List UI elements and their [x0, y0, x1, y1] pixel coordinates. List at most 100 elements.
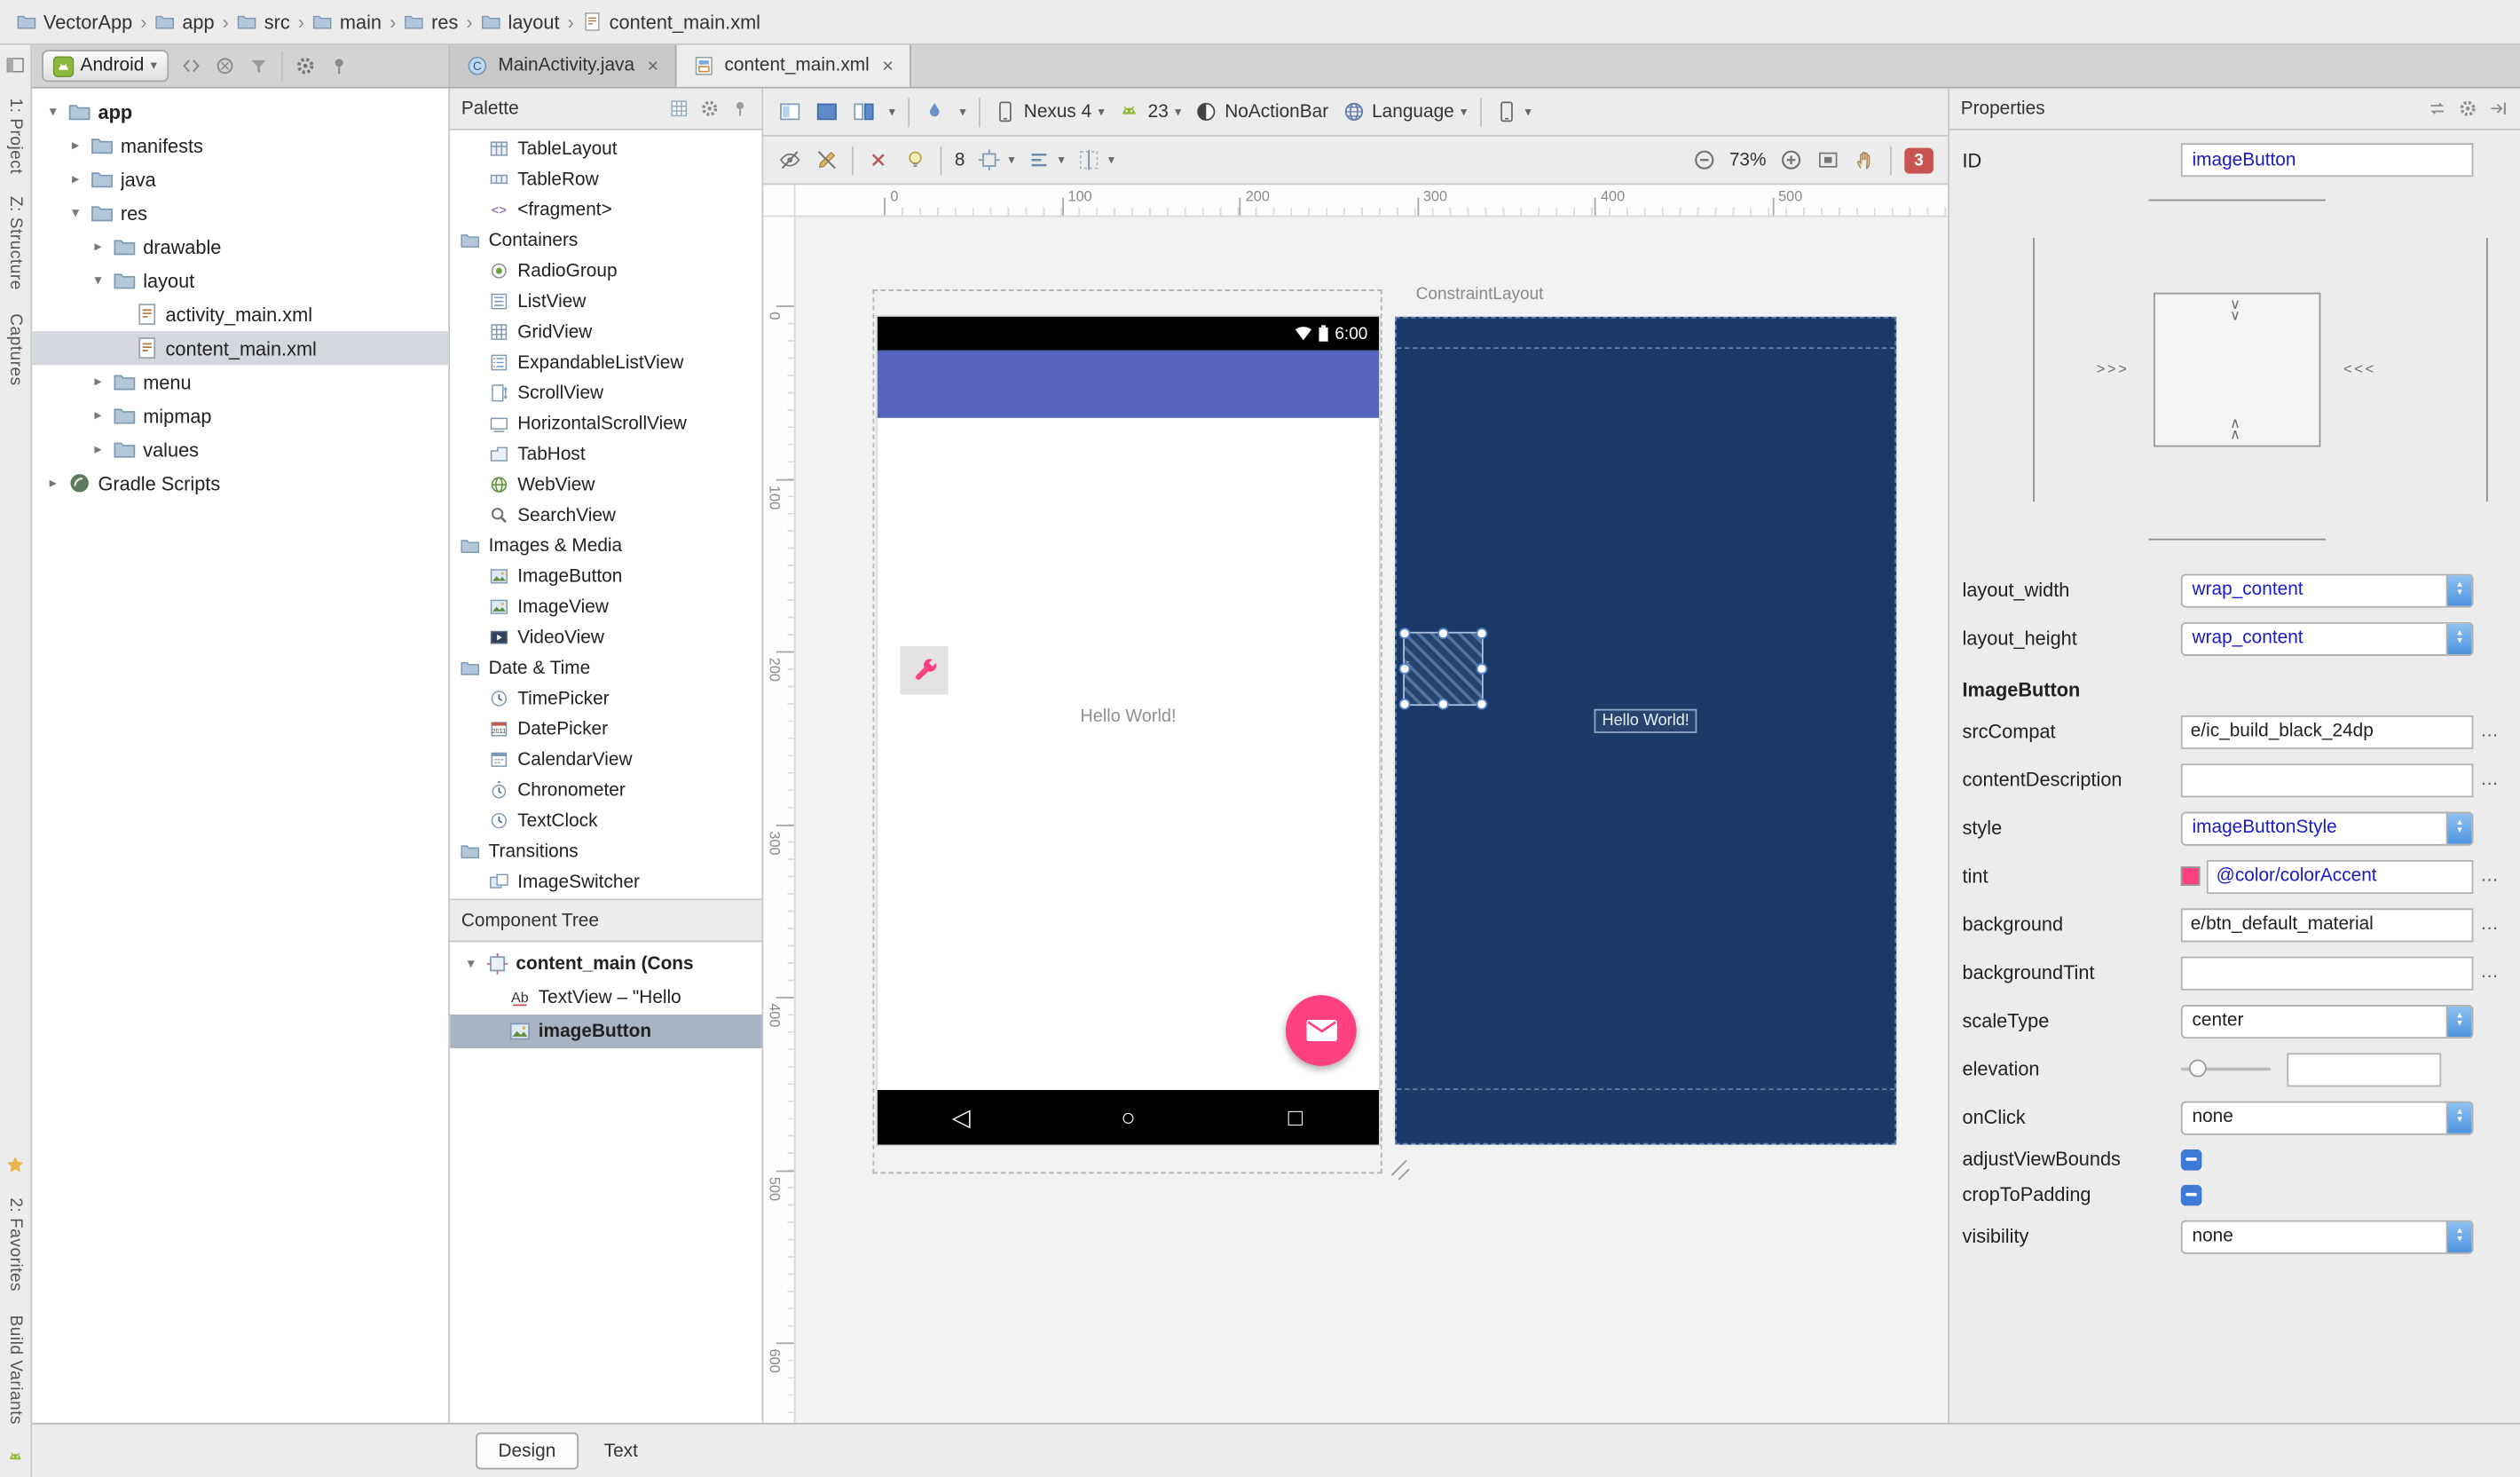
palette-item[interactable]: ImageButton	[450, 561, 761, 591]
infer-constraints-icon[interactable]	[903, 148, 927, 172]
blueprint-hello-text[interactable]: Hello World!	[1594, 708, 1697, 733]
tree-row[interactable]: activity_main.xml	[32, 297, 448, 331]
combo-stepper-icon[interactable]: ▴ ▾	[2445, 1005, 2472, 1037]
tree-right-arrow[interactable]: ▸	[67, 170, 83, 188]
palette-item[interactable]: TableRow	[450, 164, 761, 194]
palette-item[interactable]: CalendarView	[450, 745, 761, 775]
property-control[interactable]: imageButtonStyle ▴ ▾	[2180, 810, 2474, 845]
navigate-back-forward-icon[interactable]	[179, 55, 201, 77]
tab-close-icon[interactable]: ×	[882, 55, 894, 77]
palette-item[interactable]: TableLayout	[450, 133, 761, 163]
settings-gear-icon[interactable]	[294, 55, 316, 77]
tree-row[interactable]: ▸ drawable	[32, 230, 448, 264]
property-control[interactable]	[2180, 1052, 2474, 1086]
breadcrumb-item[interactable]: content_main.xml	[582, 11, 760, 33]
blueprint-view-icon[interactable]	[815, 99, 839, 123]
zoom-in-icon[interactable]	[1779, 148, 1803, 172]
constraint-top-margin-line[interactable]	[2147, 199, 2325, 201]
scroll-to-source-icon[interactable]	[213, 55, 235, 77]
image-button-preview[interactable]	[900, 646, 949, 695]
zoom-out-icon[interactable]	[1692, 148, 1716, 172]
property-control[interactable]	[2180, 1142, 2474, 1176]
clear-constraints-icon[interactable]	[866, 148, 890, 172]
tree-row[interactable]: ▸ menu	[32, 365, 448, 399]
palette-category[interactable]: Images & Media	[450, 531, 761, 561]
constraint-bottom-margin-line[interactable]	[2147, 538, 2325, 541]
both-views-icon[interactable]	[852, 99, 876, 123]
pan-hand-icon[interactable]	[1853, 148, 1877, 172]
property-control[interactable]	[2180, 955, 2474, 990]
palette-item[interactable]: SearchView	[450, 500, 761, 530]
palette-item[interactable]: <> <fragment>	[450, 194, 761, 225]
selection-handle[interactable]	[1398, 698, 1411, 710]
tab-close-icon[interactable]: ×	[648, 55, 659, 77]
property-control[interactable]: e/ic_build_black_24dp	[2180, 715, 2474, 749]
palette-item[interactable]: Chronometer	[450, 775, 761, 805]
checkbox-indeterminate[interactable]	[2180, 1149, 2202, 1170]
hide-panel-icon[interactable]	[2488, 98, 2509, 119]
combo-stepper-icon[interactable]: ▴ ▾	[2445, 1220, 2472, 1252]
tool-window-icon[interactable]	[4, 55, 26, 76]
palette-pin-icon[interactable]	[729, 98, 751, 119]
tree-right-arrow[interactable]: ▸	[45, 474, 61, 492]
constraint-inspector[interactable]: >>> <<< ∨ ∨ ∧ ∧	[1962, 186, 2510, 553]
palette-item[interactable]: RadioGroup	[450, 256, 761, 286]
favorites-star-icon[interactable]	[4, 1155, 26, 1176]
editor-tab-mainactivity[interactable]: C MainActivity.java ×	[450, 44, 677, 87]
tree-right-arrow[interactable]: ▸	[90, 407, 106, 424]
tree-right-arrow[interactable]: ▸	[90, 440, 106, 458]
palette-category[interactable]: Date & Time	[450, 652, 761, 683]
tool-strip-structure[interactable]: Z: Structure	[5, 197, 25, 291]
blueprint-preview[interactable]: i Hello World!	[1395, 316, 1897, 1145]
tree-right-arrow[interactable]: ▸	[90, 373, 106, 391]
color-swatch[interactable]	[2180, 866, 2201, 886]
slider-thumb[interactable]	[2188, 1059, 2207, 1078]
api-level-selector[interactable]: 23 ▾	[1117, 99, 1181, 123]
tree-row[interactable]: ▸ Gradle Scripts	[32, 466, 448, 500]
tree-row[interactable]: ▸ java	[32, 162, 448, 196]
property-control[interactable]: @color/colorAccent	[2206, 859, 2474, 894]
palette-item[interactable]: VideoView	[450, 622, 761, 652]
palette-item[interactable]: HorizontalScrollView	[450, 408, 761, 438]
selection-handle[interactable]	[1437, 698, 1449, 710]
margin-selector[interactable]: ▾	[978, 148, 1015, 172]
editor-tab-content-main[interactable]: content_main.xml ×	[676, 44, 911, 87]
selection-handle[interactable]	[1398, 663, 1411, 675]
breadcrumb-item[interactable]: main	[312, 11, 382, 33]
tree-down-arrow[interactable]: ▾	[463, 955, 479, 973]
palette-item[interactable]: ImageSwitcher	[450, 866, 761, 896]
property-control[interactable]	[2180, 762, 2474, 797]
palette-item[interactable]: ListView	[450, 286, 761, 316]
selection-handle[interactable]	[1398, 628, 1411, 639]
tool-strip-captures[interactable]: Captures	[5, 313, 25, 386]
slider-field[interactable]	[2287, 1052, 2442, 1086]
tree-row[interactable]: ▸ manifests	[32, 129, 448, 162]
tree-row[interactable]: ▾ layout	[32, 264, 448, 297]
palette-gear-icon[interactable]	[699, 98, 721, 119]
palette-category[interactable]: Containers	[450, 225, 761, 256]
tree-row[interactable]: Ab TextView – "Hello	[450, 981, 761, 1015]
property-control[interactable]: wrap_content ▴ ▾	[2180, 573, 2474, 607]
tree-row[interactable]: ▾ res	[32, 196, 448, 230]
combo-stepper-icon[interactable]: ▴ ▾	[2445, 622, 2472, 654]
palette-view-mode-icon[interactable]	[668, 98, 689, 119]
palette-item[interactable]: TextClock	[450, 805, 761, 835]
palette-item[interactable]: ImageView	[450, 592, 761, 622]
palette-item[interactable]: GridView	[450, 317, 761, 347]
combo-stepper-icon[interactable]: ▴ ▾	[2445, 812, 2472, 843]
property-control[interactable]: none ▴ ▾	[2180, 1219, 2474, 1253]
hello-world-text[interactable]: Hello World!	[878, 707, 1379, 727]
breadcrumb-item[interactable]: src	[237, 11, 290, 33]
properties-gear-icon[interactable]	[2457, 98, 2478, 119]
tree-right-arrow[interactable]: ▸	[90, 238, 106, 256]
filter-icon[interactable]	[247, 55, 269, 77]
constraint-right-spring-icon[interactable]: <<<	[2343, 362, 2376, 376]
theme-selector[interactable]: NoActionBar	[1194, 99, 1328, 123]
combo-stepper-icon[interactable]: ▴ ▾	[2445, 1102, 2472, 1133]
tool-strip-build-variants[interactable]: Build Variants	[5, 1315, 25, 1425]
breadcrumb-item[interactable]: VectorApp	[16, 11, 132, 33]
tree-right-arrow[interactable]: ▸	[67, 137, 83, 154]
property-control[interactable]: wrap_content ▴ ▾	[2180, 621, 2474, 656]
ellipsis-button[interactable]: …	[2478, 866, 2500, 886]
id-field[interactable]: imageButton	[2180, 143, 2474, 178]
